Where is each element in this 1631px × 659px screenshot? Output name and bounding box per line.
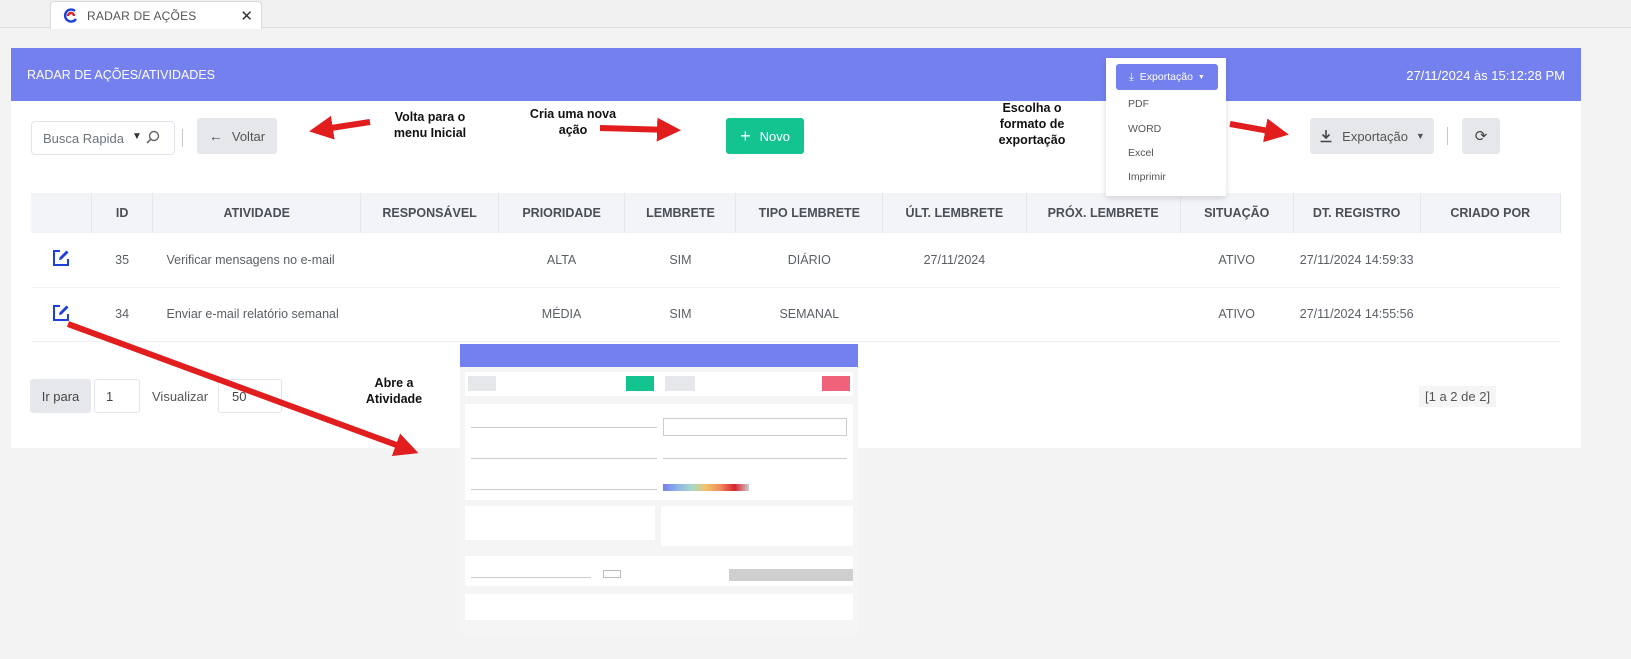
export-dropdown-label: Exportação [1139,71,1193,83]
export-option-print[interactable]: Imprimir [1128,171,1166,183]
cell-lembrete: SIM [624,233,736,288]
annotation-open: Abre a Atividade [365,376,423,406]
thumbnail-section [465,506,655,540]
thumbnail-section [465,594,853,620]
annotation-new: Cria uma nova ação [529,107,617,137]
cell-responsavel [360,287,499,342]
table-row[interactable]: 34 Enviar e-mail relatório semanal MÉDIA… [31,287,1561,342]
cell-atividade: Verificar mensagens no e-mail [152,233,361,288]
app-logo-icon [63,7,77,23]
cell-situacao: ATIVO [1180,287,1294,342]
thumbnail-header [460,344,858,367]
col-header-responsavel[interactable]: RESPONSÁVEL [360,193,499,233]
edit-icon[interactable] [51,303,71,323]
arrow-left-icon: ← [208,128,223,144]
cell-prioridade: ALTA [498,233,625,288]
col-header-dt-registro[interactable]: DT. REGISTRO [1293,193,1421,233]
view-label: Visualizar [152,389,209,404]
browser-tab[interactable]: RADAR DE AÇÕES ✕ [50,1,262,29]
back-button-label: Voltar [231,128,266,144]
search-icon[interactable] [145,129,161,145]
export-button[interactable]: Exportação ▼ [1310,118,1434,154]
export-button-label: Exportação [1342,128,1408,144]
toolbar-divider [182,129,183,147]
quick-search-input[interactable]: Busca Rapida ▼ [31,121,175,155]
new-button[interactable]: + Novo [726,118,804,154]
cell-tipo-lembrete: DIÁRIO [735,233,883,288]
cell-dt-registro: 27/11/2024 14:59:33 [1293,233,1421,288]
cell-prioridade: MÉDIA [498,287,625,342]
cell-criado-por [1420,233,1561,288]
caret-down-icon: ▼ [1415,131,1425,141]
new-button-label: Novo [759,128,790,144]
cell-prox-lembrete [1026,287,1181,342]
per-page-select[interactable]: 50 [218,379,282,413]
browser-tabbar: RADAR DE AÇÕES ✕ [0,0,1631,29]
cell-prox-lembrete [1026,233,1181,288]
cell-ult-lembrete: 27/11/2024 [882,233,1027,288]
tab-title: RADAR DE AÇÕES [87,8,197,23]
col-header-prioridade[interactable]: PRIORIDADE [498,193,626,233]
page-number-input[interactable]: 1 [94,379,140,413]
col-header-lembrete[interactable]: LEMBRETE [624,193,737,233]
caret-down-icon: ▼ [1197,73,1205,81]
col-header-criado-por[interactable]: CRIADO POR [1420,193,1562,233]
col-header-ult-lembrete[interactable]: ÚLT. LEMBRETE [882,193,1027,233]
refresh-button[interactable]: ⟳ [1462,118,1500,154]
cell-id: 35 [91,233,153,288]
thumbnail-section [661,506,853,546]
export-dropdown-button[interactable]: ⤓ Exportação ▼ [1116,64,1218,90]
close-tab-icon[interactable]: ✕ [240,7,253,25]
plus-icon: + [740,126,751,146]
page-header: RADAR DE AÇÕES/ATIVIDADES 27/11/2024 às … [11,48,1581,101]
per-page-value: 50 [232,389,247,404]
col-header-actions [31,193,93,233]
col-header-prox-lembrete[interactable]: PRÓX. LEMBRETE [1026,193,1181,233]
back-button[interactable]: ← Voltar [197,118,277,154]
export-dropdown-menu: ⤓ Exportação ▼ PDF WORD Excel Imprimir [1106,58,1226,196]
cell-atividade: Enviar e-mail relatório semanal [152,287,361,342]
cell-situacao: ATIVO [1180,233,1294,288]
header-datetime: 27/11/2024 às 15:12:28 PM [1406,68,1565,83]
cell-id: 34 [91,287,153,342]
export-option-excel[interactable]: Excel [1128,147,1154,159]
cell-criado-por [1420,287,1561,342]
thumbnail-section [465,404,853,500]
refresh-icon: ⟳ [1474,128,1488,145]
search-placeholder: Busca Rapida [43,131,124,146]
edit-cell [31,233,92,288]
thumbnail-toolbar [465,372,853,396]
toolbar-divider [1447,127,1448,145]
activity-form-thumbnail [460,344,858,634]
activities-table: ID ATIVIDADE RESPONSÁVEL PRIORIDADE LEMB… [31,193,1562,342]
caret-down-icon[interactable]: ▼ [132,131,142,142]
edit-cell [31,287,92,342]
pagination-range: [1 a 2 de 2] [1419,386,1497,407]
download-icon: ⤓ [1129,70,1134,83]
table-header-row: ID ATIVIDADE RESPONSÁVEL PRIORIDADE LEMB… [31,193,1562,233]
cell-tipo-lembrete: SEMANAL [735,287,883,342]
col-header-situacao[interactable]: SITUAÇÃO [1180,193,1294,233]
col-header-atividade[interactable]: ATIVIDADE [152,193,362,233]
annotation-back: Volta para o menu Inicial [393,110,467,140]
table-row[interactable]: 35 Verificar mensagens no e-mail ALTA SI… [31,233,1561,288]
cell-responsavel [360,233,499,288]
export-option-word[interactable]: WORD [1128,123,1161,135]
edit-icon[interactable] [51,248,71,268]
col-header-id[interactable]: ID [91,193,153,233]
cell-lembrete: SIM [624,287,736,342]
goto-page-button[interactable]: Ir para [30,379,91,413]
cell-ult-lembrete [882,287,1027,342]
page-title: RADAR DE AÇÕES/ATIVIDADES [27,68,216,82]
annotation-export: Escolha o formato de exportação [998,101,1066,147]
cell-dt-registro: 27/11/2024 14:55:56 [1293,287,1421,342]
thumbnail-section [465,556,853,586]
col-header-tipo-lembrete[interactable]: TIPO LEMBRETE [735,193,884,233]
export-option-pdf[interactable]: PDF [1128,98,1149,110]
download-icon [1320,130,1332,143]
